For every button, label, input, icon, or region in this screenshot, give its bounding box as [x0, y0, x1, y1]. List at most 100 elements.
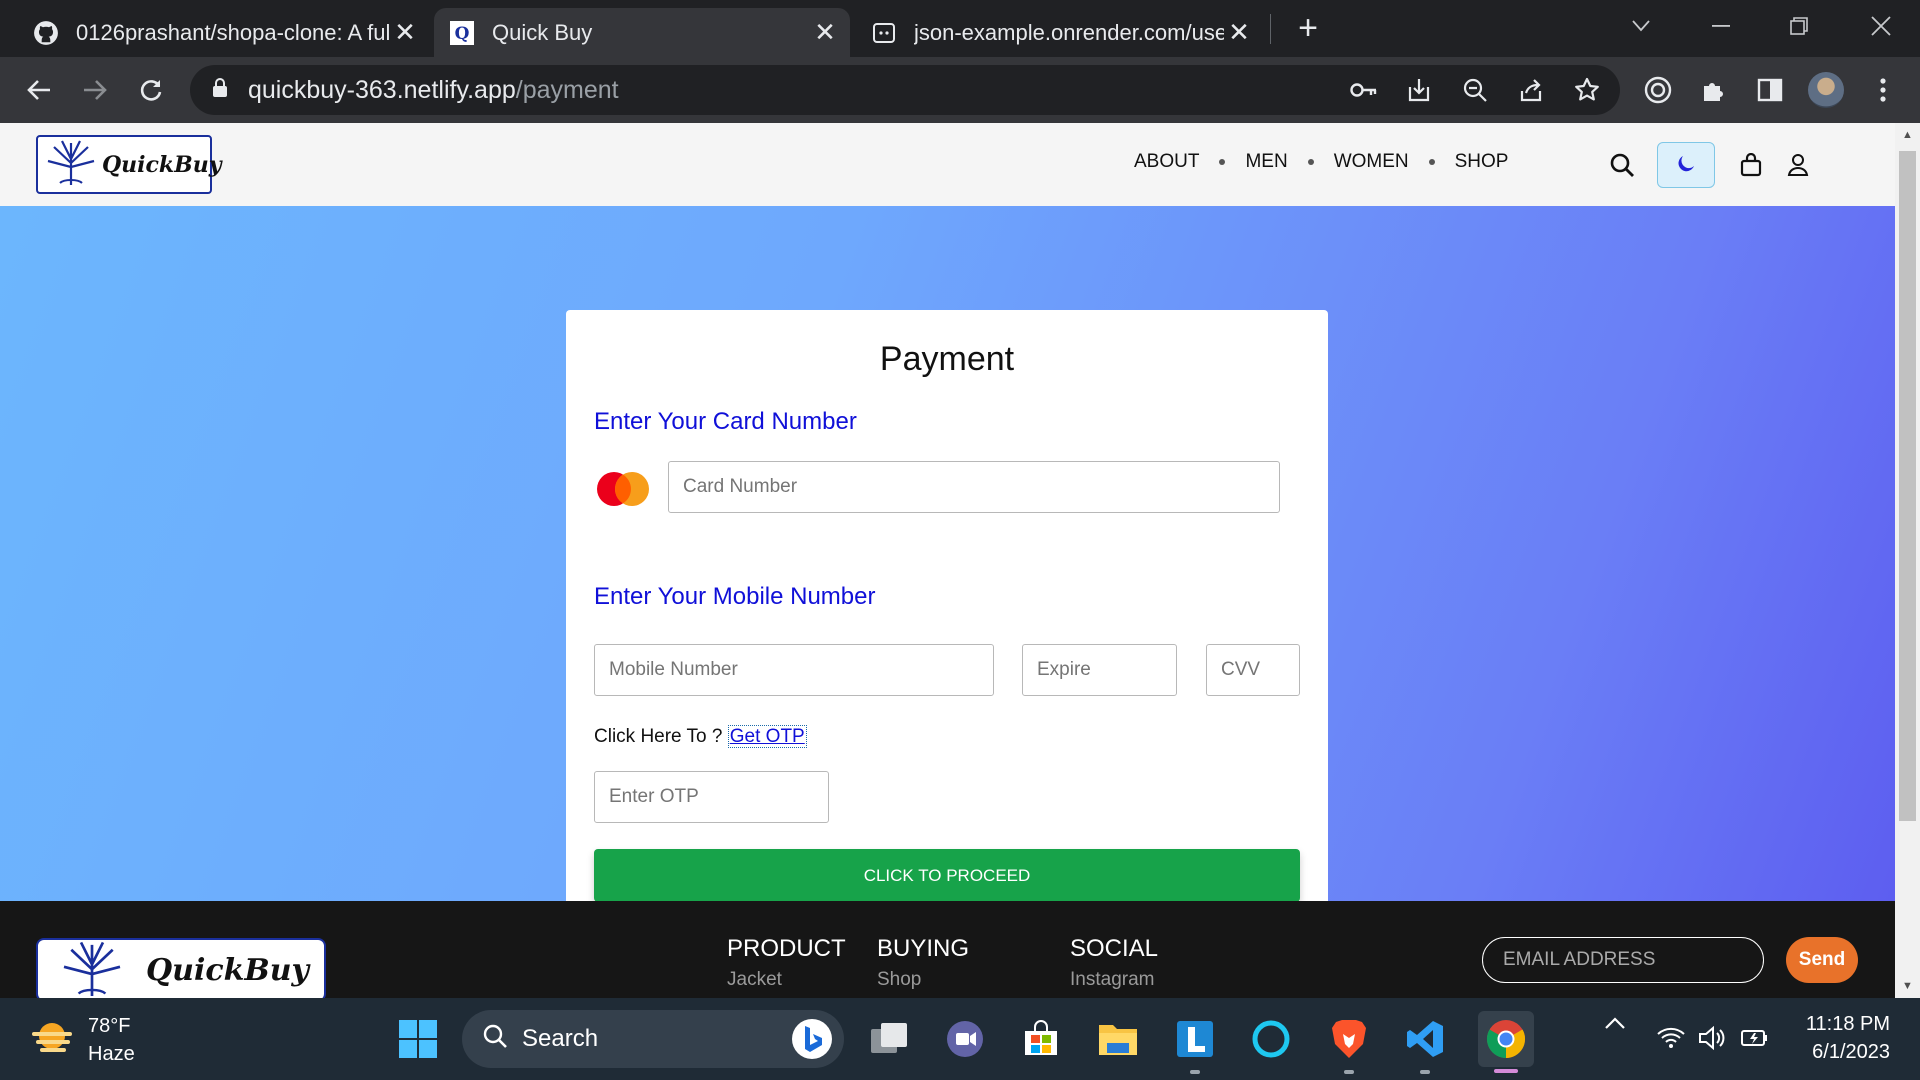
chrome-menu-icon[interactable] — [1860, 67, 1906, 113]
brave-browser-icon[interactable] — [1324, 1014, 1374, 1074]
taskbar-search-label: Search — [522, 1025, 599, 1052]
forward-icon[interactable] — [72, 67, 118, 113]
url-host: quickbuy-363.netlify.app — [248, 75, 516, 104]
cortana-icon[interactable] — [1246, 1014, 1296, 1064]
get-otp-link[interactable]: Get OTP — [727, 725, 807, 748]
nav-separator — [1219, 159, 1226, 165]
nav-about[interactable]: ABOUT — [1134, 151, 1199, 173]
main-nav: ABOUT MEN WOMEN SHOP — [1134, 151, 1508, 173]
expire-input[interactable] — [1022, 644, 1177, 696]
bookmark-star-icon[interactable] — [1566, 69, 1608, 111]
battery-charging-icon[interactable] — [1740, 1024, 1770, 1055]
svg-text:Q: Q — [455, 24, 470, 44]
mobile-number-input[interactable] — [594, 644, 994, 696]
scroll-up-icon[interactable]: ▲ — [1895, 125, 1920, 145]
microsoft-store-icon[interactable] — [1016, 1014, 1066, 1064]
weather-widget[interactable]: 78°F Haze — [30, 1012, 135, 1068]
taskbar-search[interactable]: Search — [462, 1010, 844, 1068]
tab-json-example[interactable]: json-example.onrender.com/user ✕ — [856, 8, 1264, 57]
site-header: QuickBuy ABOUT MEN WOMEN SHOP — [0, 123, 1895, 206]
browser-tab-bar: 0126prashant/shopa-clone: A full ✕ Q Qui… — [0, 0, 1920, 57]
active-indicator — [1494, 1069, 1518, 1073]
otp-prompt: Click Here To ? Get OTP — [594, 725, 807, 748]
haze-sun-icon — [30, 1018, 74, 1063]
cvv-input[interactable] — [1206, 644, 1300, 696]
render-favicon-icon — [870, 19, 898, 47]
footer-logo-text: QuickBuy — [146, 952, 309, 988]
mastercard-icon — [596, 471, 650, 507]
card-number-label: Enter Your Card Number — [594, 408, 857, 435]
running-indicator — [1344, 1070, 1354, 1074]
weather-temperature: 78°F — [88, 1015, 131, 1037]
payment-section: Payment Enter Your Card Number Enter You… — [0, 206, 1895, 928]
profile-avatar[interactable] — [1803, 67, 1849, 113]
extension-target-icon[interactable] — [1635, 67, 1681, 113]
address-bar[interactable]: quickbuy-363.netlify.app/payment — [190, 65, 1620, 115]
tab-title: Quick Buy — [492, 19, 593, 45]
footer-logo[interactable]: QuickBuy — [36, 938, 326, 998]
extensions-puzzle-icon[interactable] — [1691, 67, 1737, 113]
clock-date: 6/1/2023 — [1812, 1041, 1890, 1063]
tab-title: json-example.onrender.com/user — [914, 19, 1224, 45]
proceed-button[interactable]: CLICK TO PROCEED — [594, 849, 1300, 902]
windows-taskbar: 78°F Haze Search 11:18 PM 6/1/2023 — [0, 998, 1920, 1080]
new-tab-button[interactable]: + — [1288, 8, 1328, 48]
nav-men[interactable]: MEN — [1245, 151, 1287, 173]
scrollbar-thumb[interactable] — [1899, 151, 1916, 821]
tab-search-icon[interactable] — [1616, 6, 1666, 46]
share-icon[interactable] — [1510, 69, 1552, 111]
restore-icon[interactable] — [1774, 6, 1824, 46]
system-clock[interactable]: 11:18 PM 6/1/2023 — [1790, 1010, 1890, 1066]
windows-start-icon[interactable] — [393, 1014, 443, 1064]
otp-input[interactable] — [594, 771, 829, 823]
footer-link[interactable]: Shop — [877, 969, 969, 991]
footer-heading: PRODUCT — [727, 935, 846, 962]
user-account-icon[interactable] — [1778, 145, 1818, 185]
nav-women[interactable]: WOMEN — [1334, 151, 1409, 173]
side-panel-icon[interactable] — [1747, 67, 1793, 113]
shopping-bag-icon[interactable] — [1731, 145, 1771, 185]
chrome-taskbar-icon[interactable] — [1478, 1011, 1534, 1073]
nav-shop[interactable]: SHOP — [1455, 151, 1509, 173]
site-logo[interactable]: QuickBuy — [36, 135, 222, 194]
tray-overflow-icon[interactable] — [1604, 1016, 1626, 1035]
zoom-icon[interactable] — [1454, 69, 1496, 111]
back-icon[interactable] — [16, 67, 62, 113]
task-view-icon[interactable] — [864, 1014, 914, 1064]
close-tab-icon[interactable]: ✕ — [390, 17, 420, 48]
footer-link[interactable]: Jacket — [727, 969, 846, 991]
send-button[interactable]: Send — [1786, 937, 1858, 983]
footer-column-product: PRODUCT Jacket — [727, 935, 846, 991]
close-tab-icon[interactable]: ✕ — [1224, 17, 1254, 48]
vscode-icon[interactable] — [1400, 1014, 1450, 1074]
newsletter-email-input[interactable]: EMAIL ADDRESS — [1482, 937, 1764, 983]
minimize-icon[interactable] — [1696, 6, 1746, 46]
scroll-down-icon[interactable]: ▼ — [1895, 976, 1920, 996]
close-window-icon[interactable] — [1856, 6, 1906, 46]
tree-logo-icon — [44, 139, 98, 190]
tab-github[interactable]: 0126prashant/shopa-clone: A full ✕ — [18, 8, 430, 57]
reload-icon[interactable] — [128, 67, 174, 113]
tree-logo-icon — [50, 940, 134, 999]
tab-quick-buy[interactable]: Q Quick Buy ✕ — [434, 8, 850, 57]
wifi-icon[interactable] — [1656, 1026, 1686, 1055]
dark-mode-toggle[interactable] — [1657, 142, 1715, 188]
clock-time: 11:18 PM — [1805, 1013, 1890, 1035]
install-app-icon[interactable] — [1398, 69, 1440, 111]
footer-link[interactable]: Instagram — [1070, 969, 1158, 991]
file-explorer-icon[interactable] — [1093, 1014, 1143, 1064]
card-number-input[interactable] — [668, 461, 1280, 513]
close-tab-icon[interactable]: ✕ — [810, 17, 840, 48]
l-app-icon[interactable] — [1170, 1014, 1220, 1074]
github-icon — [32, 19, 60, 47]
password-key-icon[interactable] — [1343, 69, 1385, 111]
teams-chat-icon[interactable] — [940, 1014, 990, 1064]
search-icon[interactable] — [1602, 145, 1642, 185]
weather-condition: Haze — [88, 1043, 135, 1065]
payment-card: Payment Enter Your Card Number Enter You… — [566, 310, 1328, 928]
footer-column-social: SOCIAL Instagram — [1070, 935, 1158, 991]
moon-icon — [1676, 153, 1696, 178]
volume-icon[interactable] — [1698, 1025, 1726, 1055]
page-scrollbar[interactable]: ▲ ▼ — [1895, 123, 1920, 998]
lock-icon[interactable] — [212, 76, 228, 105]
